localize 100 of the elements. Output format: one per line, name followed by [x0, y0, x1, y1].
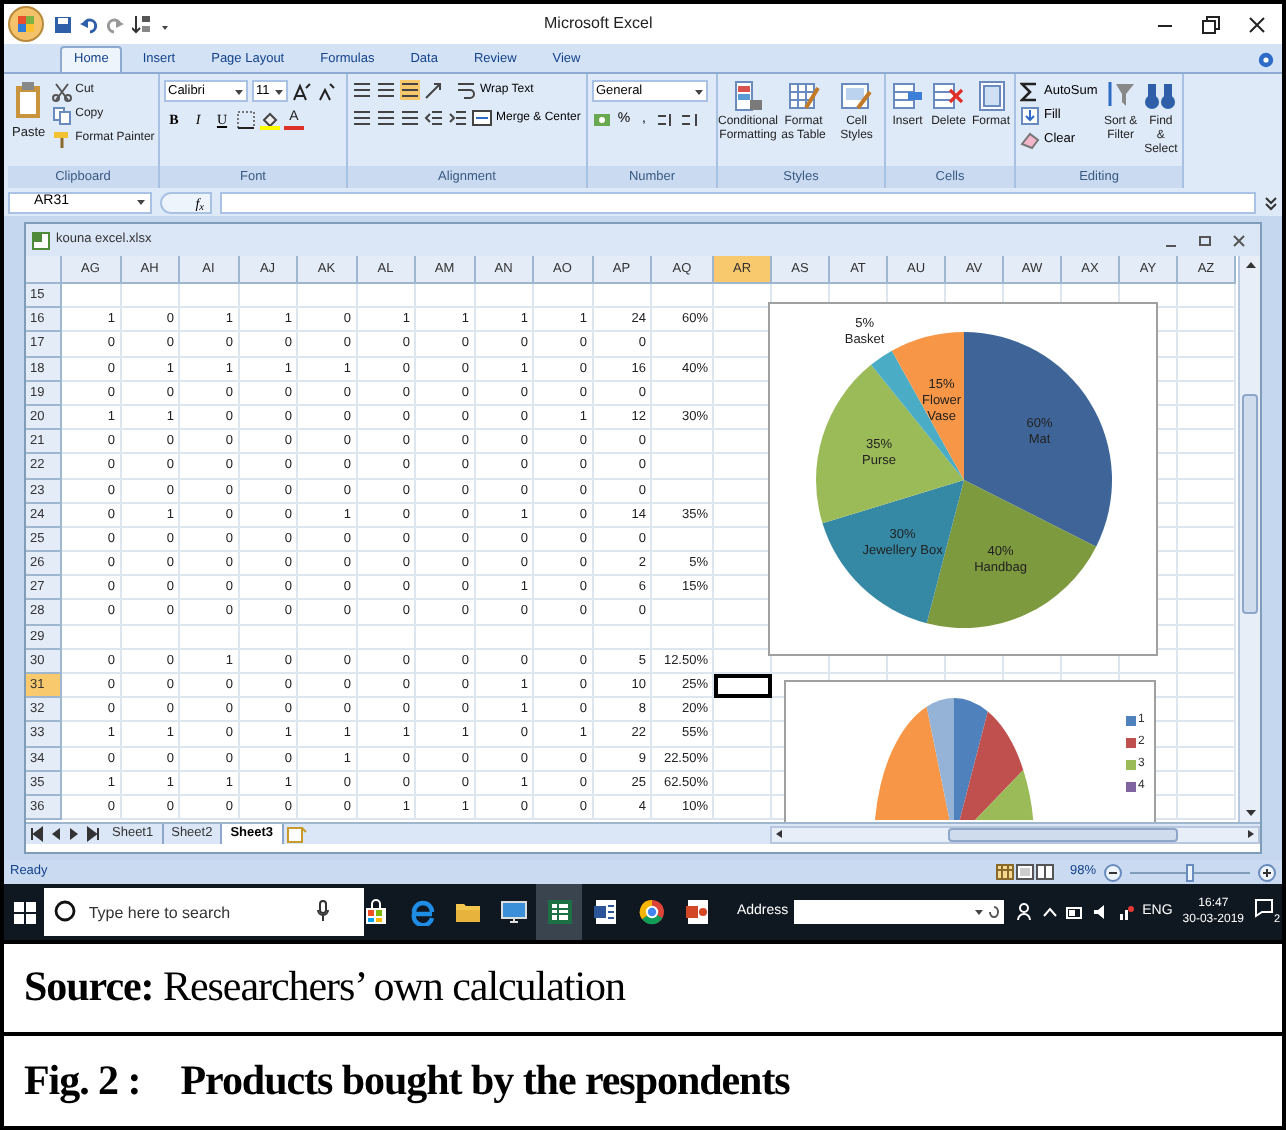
align-bottom-icon[interactable] [400, 80, 420, 100]
slider-thumb[interactable] [1186, 863, 1194, 881]
empty-cell [298, 284, 357, 309]
empty-cell [1178, 698, 1236, 723]
wrap-icon [456, 80, 476, 100]
align-left-icon[interactable] [352, 108, 372, 128]
search-field[interactable]: Type here to search [44, 888, 365, 936]
sheet-nav-icon[interactable] [84, 826, 100, 842]
caret-icon [274, 87, 284, 95]
caret-icon [694, 87, 704, 95]
globe-icon[interactable] [637, 898, 666, 926]
copy-icon [51, 105, 72, 125]
office-button-icon[interactable] [8, 6, 44, 42]
restore-icon[interactable] [1202, 15, 1220, 33]
expand-icon[interactable] [1264, 192, 1278, 212]
page-break-view-icon[interactable] [1035, 864, 1054, 880]
scissors-icon [51, 81, 72, 101]
microphone-icon [316, 900, 331, 922]
redo-icon[interactable] [106, 15, 124, 33]
browser-e-icon[interactable] [407, 898, 436, 926]
empty-cell [357, 284, 416, 309]
new-sheet-icon[interactable] [283, 825, 308, 843]
cell-style-icon [840, 80, 873, 112]
sort-icon[interactable] [132, 14, 152, 34]
empty-cell [416, 625, 475, 650]
close-icon[interactable] [1248, 15, 1266, 33]
active-cell[interactable] [714, 674, 772, 699]
borders-icon[interactable] [236, 110, 256, 130]
windows-start-icon[interactable] [13, 901, 36, 923]
align-right-icon[interactable] [400, 108, 420, 128]
page-layout-view-icon[interactable] [1015, 864, 1034, 880]
source-note: Source: Researchers’ own calculation [24, 960, 625, 1015]
spreadsheet-icon[interactable] [545, 898, 574, 926]
network-icon[interactable] [1118, 903, 1135, 921]
close-icon[interactable] [1232, 233, 1246, 247]
zoom-in-icon[interactable] [1258, 863, 1276, 881]
caret-icon [234, 87, 244, 95]
conditional-format-icon [732, 80, 764, 112]
empty-cell [593, 284, 652, 309]
empty-cell [1178, 771, 1236, 796]
increase-decimal-icon[interactable] [656, 110, 676, 130]
shrink-font-icon[interactable] [316, 81, 336, 101]
scrollbar-thumb[interactable] [1242, 394, 1258, 614]
scrollbar-thumb[interactable] [948, 827, 1178, 841]
formula-field[interactable] [220, 191, 1256, 213]
normal-view-icon[interactable] [995, 864, 1014, 880]
empty-cell [121, 284, 180, 309]
window-title: Microsoft Excel [544, 12, 653, 36]
increase-indent-icon[interactable] [448, 108, 468, 128]
empty-cell [652, 625, 714, 650]
empty-cell [1178, 649, 1236, 674]
fill-down-icon [1020, 105, 1040, 125]
scroll-left-icon[interactable] [772, 826, 788, 842]
caret-icon [136, 198, 146, 206]
shopping-bag-icon[interactable] [361, 898, 390, 926]
format-cells-icon [975, 80, 1007, 112]
currency-icon[interactable] [592, 110, 612, 130]
align-top-icon[interactable] [352, 80, 372, 100]
save-icon[interactable] [54, 15, 72, 33]
empty-cell [1178, 503, 1236, 528]
empty-cell [1178, 454, 1236, 479]
empty-cell [1178, 332, 1236, 358]
empty-cell [1178, 527, 1236, 553]
table-format-icon [787, 80, 820, 112]
vertical-scrollbar[interactable] [1238, 256, 1260, 822]
binoculars-icon [1144, 80, 1177, 112]
zoom-out-icon[interactable] [1104, 863, 1122, 881]
empty-cell [1178, 747, 1236, 772]
address-field[interactable] [794, 900, 1005, 924]
empty-cell [475, 625, 534, 650]
restore-icon[interactable] [1198, 233, 1212, 247]
empty-cell [652, 479, 714, 504]
chevron-up-icon[interactable] [1042, 906, 1059, 918]
undo-icon[interactable] [80, 15, 98, 33]
help-icon[interactable] [1258, 52, 1274, 68]
empty-cell [652, 284, 714, 309]
sheet-nav-icon[interactable] [30, 826, 46, 842]
decrease-indent-icon[interactable] [424, 108, 444, 128]
empty-cell [475, 284, 534, 309]
folder-icon[interactable] [453, 898, 482, 926]
monitor-icon[interactable] [499, 898, 528, 926]
presentation-icon[interactable] [683, 898, 712, 926]
battery-icon[interactable] [1066, 905, 1085, 919]
brush-icon [51, 129, 72, 149]
align-center-icon[interactable] [376, 108, 396, 128]
empty-cell [1178, 600, 1236, 626]
align-middle-icon[interactable] [376, 80, 396, 100]
scroll-right-icon[interactable] [1242, 826, 1258, 842]
orientation-icon[interactable] [424, 80, 444, 100]
delete-cells-icon [932, 80, 965, 112]
people-icon[interactable] [1016, 902, 1035, 922]
grow-font-icon[interactable] [292, 81, 312, 101]
decrease-decimal-icon[interactable] [680, 110, 700, 130]
empty-cell [1178, 625, 1236, 650]
horizontal-scrollbar[interactable] [770, 825, 1260, 843]
empty-cell [298, 625, 357, 650]
empty-cell [1178, 430, 1236, 455]
workbook-icon [32, 231, 50, 249]
document-icon[interactable] [591, 898, 620, 926]
fill-color-icon[interactable] [260, 110, 280, 130]
